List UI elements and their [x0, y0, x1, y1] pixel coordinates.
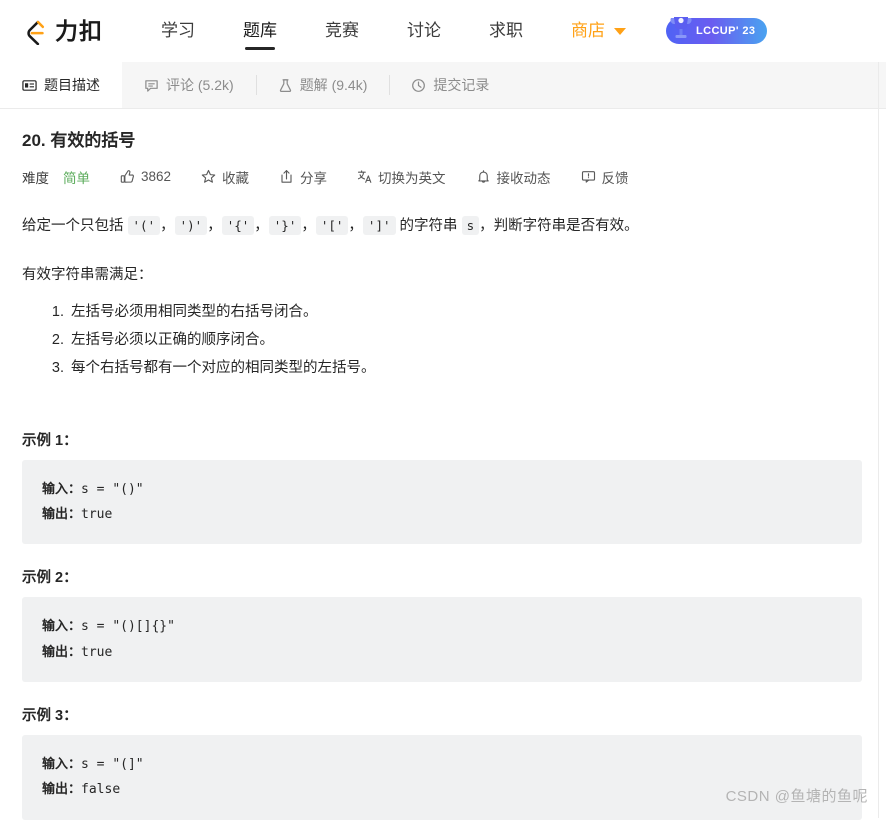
- desc-sep: ，: [348, 217, 363, 234]
- rules-heading: 有效字符串需满足：: [22, 266, 153, 283]
- lccup-label: LCCUP' 23: [696, 25, 756, 37]
- favorite-label: 收藏: [222, 170, 250, 186]
- tab-solutions[interactable]: 题解 (9.4k): [255, 62, 390, 108]
- desc-sep: ，: [254, 217, 269, 234]
- description-suffix: ，判断字符串是否有效。: [479, 217, 639, 234]
- problem-content: 20. 有效的括号 难度 简单 3862 收藏 分享 切换为英文 接收动态 反馈…: [0, 109, 886, 820]
- code-brace-open: '{': [221, 215, 255, 235]
- tab-submissions[interactable]: 提交记录: [389, 62, 511, 108]
- share-button[interactable]: 分享: [279, 167, 327, 187]
- list-item: 每个右括号都有一个对应的相同类型的左括号。: [68, 354, 862, 382]
- problem-tab-bar: 题目描述 评论 (5.2k) 题解 (9.4k) 提交记录: [0, 62, 886, 109]
- description-middle: 的字符串: [395, 217, 462, 234]
- nav-item-discuss[interactable]: 讨论: [383, 0, 465, 62]
- output-label: 输出：: [42, 782, 82, 798]
- desc-sep: ，: [160, 217, 175, 234]
- flask-icon: [278, 78, 293, 93]
- code-variable-s: s: [461, 215, 480, 235]
- like-count: 3862: [141, 169, 172, 185]
- example-2-title: 示例 2：: [22, 570, 78, 587]
- top-navigation-bar: 力扣 学习 题库 竞赛 讨论 求职 商店 LCCUP' 23: [0, 0, 886, 62]
- page-title: 20. 有效的括号: [22, 131, 136, 150]
- brand-name: 力扣: [55, 17, 103, 44]
- feedback-button[interactable]: 反馈: [581, 167, 629, 187]
- code-paren-close: ')': [174, 215, 208, 235]
- translate-button[interactable]: 切换为英文: [357, 167, 446, 187]
- share-icon: [279, 169, 294, 184]
- translate-icon: [357, 169, 372, 184]
- output-value: true: [81, 644, 113, 660]
- tab-comments[interactable]: 评论 (5.2k): [122, 62, 256, 108]
- main-nav-links: 学习 题库 竞赛 讨论 求职 商店: [137, 0, 650, 62]
- difficulty-label: 难度: [22, 170, 49, 186]
- input-label: 输入：: [42, 481, 82, 497]
- input-value: s = "()": [81, 481, 144, 497]
- code-paren-open: '(': [127, 215, 161, 235]
- nav-item-store[interactable]: 商店: [547, 0, 650, 62]
- example-1-block: 输入：s = "()" 输出：true: [22, 459, 862, 545]
- feedback-icon: [581, 169, 596, 184]
- example-2-block: 输入：s = "()[]{}" 输出：true: [22, 597, 862, 682]
- difficulty-group: 难度 简单: [22, 167, 90, 187]
- code-bracket-open: '[': [315, 215, 349, 235]
- subscribe-button[interactable]: 接收动态: [476, 167, 551, 187]
- feedback-label: 反馈: [601, 170, 629, 186]
- code-brace-close: '}': [268, 215, 302, 235]
- nav-item-jobs[interactable]: 求职: [465, 0, 547, 62]
- star-icon: [201, 169, 216, 184]
- description-prefix: 给定一个只包括: [22, 217, 128, 234]
- problem-meta-row: 难度 简单 3862 收藏 分享 切换为英文 接收动态 反馈: [22, 167, 862, 187]
- translate-label: 切换为英文: [378, 170, 446, 186]
- brand-logo[interactable]: 力扣: [22, 18, 103, 45]
- code-bracket-close: ']': [362, 215, 396, 235]
- list-item: 左括号必须用相同类型的右括号闭合。: [68, 298, 862, 326]
- tab-label: 评论 (5.2k): [166, 77, 234, 93]
- nav-item-contest[interactable]: 竞赛: [301, 0, 383, 62]
- tab-description[interactable]: 题目描述: [0, 62, 122, 108]
- lccup-badge[interactable]: LCCUP' 23: [666, 17, 768, 44]
- tab-label: 题解 (9.4k): [299, 77, 368, 93]
- thumbs-up-icon: [120, 169, 135, 184]
- desc-sep: ，: [301, 217, 316, 234]
- desc-sep: ，: [207, 217, 222, 234]
- nav-item-label: 讨论: [407, 21, 441, 40]
- output-label: 输出：: [42, 644, 82, 660]
- description-icon: [22, 78, 37, 93]
- tab-label: 提交记录: [433, 77, 490, 93]
- nav-item-label: 题库: [243, 21, 277, 40]
- clock-icon: [411, 78, 426, 93]
- nav-item-label: 学习: [161, 21, 195, 40]
- nav-item-label: 求职: [489, 21, 523, 40]
- input-label: 输入：: [42, 756, 82, 772]
- share-label: 分享: [300, 170, 328, 186]
- trophy-icon: [668, 13, 694, 45]
- output-value: true: [81, 506, 113, 522]
- rules-list: 左括号必须用相同类型的右括号闭合。 左括号必须以正确的顺序闭合。 每个右括号都有…: [22, 298, 862, 383]
- tab-label: 题目描述: [44, 77, 100, 93]
- bell-icon: [476, 169, 491, 184]
- leetcode-logo-icon: [22, 18, 49, 45]
- chevron-down-icon: [614, 27, 626, 35]
- example-3-block: 输入：s = "(]" 输出：false: [22, 734, 862, 820]
- nav-item-label: 商店: [571, 21, 605, 40]
- input-value: s = "()[]{}": [81, 619, 175, 635]
- subscribe-label: 接收动态: [496, 170, 551, 186]
- nav-item-study[interactable]: 学习: [137, 0, 219, 62]
- nav-item-label: 竞赛: [325, 21, 359, 40]
- favorite-button[interactable]: 收藏: [201, 167, 249, 187]
- panel-divider: [878, 62, 879, 818]
- like-button[interactable]: 3862: [120, 169, 171, 184]
- example-3-title: 示例 3：: [22, 707, 78, 724]
- problem-description: 给定一个只包括 '('， ')'， '{'， '}'， '['， ']' 的字符串 s ，判…: [22, 213, 862, 240]
- output-value: false: [81, 782, 121, 798]
- list-item: 左括号必须以正确的顺序闭合。: [68, 326, 862, 354]
- example-1-title: 示例 1：: [22, 432, 78, 449]
- nav-item-problems[interactable]: 题库: [219, 0, 301, 62]
- input-label: 输入：: [42, 619, 82, 635]
- comment-icon: [144, 78, 159, 93]
- input-value: s = "(]": [81, 756, 144, 772]
- output-label: 输出：: [42, 506, 82, 522]
- difficulty-value: 简单: [63, 170, 90, 186]
